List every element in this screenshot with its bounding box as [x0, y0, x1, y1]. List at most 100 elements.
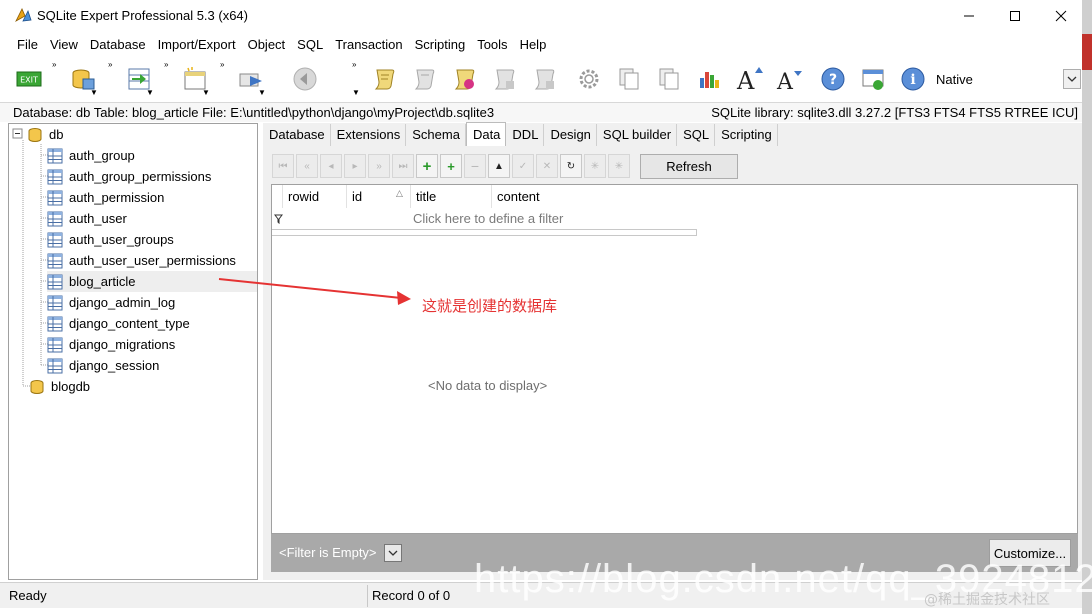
- asterisk-alt-icon[interactable]: ✳: [608, 154, 630, 178]
- dropdown-arrow-icon[interactable]: ▼: [352, 88, 360, 97]
- status-ready: Ready: [9, 588, 47, 603]
- table-name: auth_permission: [69, 190, 165, 205]
- prev-page-icon[interactable]: «: [296, 154, 318, 178]
- tree-database-blogdb[interactable]: blogdb: [29, 376, 90, 397]
- delete-record-icon[interactable]: −: [464, 154, 486, 178]
- status-divider: [367, 585, 368, 607]
- help-icon[interactable]: ?: [818, 64, 848, 94]
- menu-sql[interactable]: SQL: [291, 34, 329, 56]
- tab-data[interactable]: Data: [465, 122, 507, 146]
- tab-sql-builder[interactable]: SQL builder: [596, 124, 678, 146]
- gear-icon[interactable]: [574, 64, 604, 94]
- menu-file[interactable]: File: [11, 34, 44, 56]
- svg-text:A: A: [736, 67, 755, 93]
- tree-table-django-migrations[interactable]: django_migrations: [47, 334, 175, 355]
- add-record-icon[interactable]: +: [416, 154, 438, 178]
- refresh-button[interactable]: Refresh: [640, 154, 738, 179]
- table-icon: [47, 337, 63, 352]
- filter-row[interactable]: Click here to define a filter: [272, 208, 697, 228]
- tree-table-auth-group-permissions[interactable]: auth_group_permissions: [47, 166, 211, 187]
- tree-table-auth-user[interactable]: auth_user: [47, 208, 127, 229]
- copy-icon[interactable]: [614, 64, 644, 94]
- chevron-right-icon[interactable]: »: [52, 60, 56, 69]
- first-record-icon[interactable]: ⏮: [272, 154, 294, 178]
- script-disabled-button[interactable]: [410, 64, 440, 94]
- filter-placeholder[interactable]: Click here to define a filter: [413, 211, 563, 226]
- chevron-right-icon[interactable]: »: [220, 60, 224, 69]
- exit-button[interactable]: EXIT: [14, 64, 44, 94]
- font-decrease-icon[interactable]: A: [774, 64, 804, 94]
- database-tree[interactable]: db auth_group auth_group_permissions aut…: [8, 123, 258, 580]
- tree-table-auth-group[interactable]: auth_group: [47, 145, 135, 166]
- insert-record-icon[interactable]: +: [440, 154, 462, 178]
- tab-sql[interactable]: SQL: [677, 124, 716, 146]
- filter-dropdown[interactable]: [384, 544, 402, 562]
- tree-table-auth-user-user-permissions[interactable]: auth_user_user_permissions: [47, 250, 236, 271]
- table-name: django_admin_log: [69, 295, 176, 310]
- table-name: blog_article: [69, 274, 136, 289]
- tree-table-auth-permission[interactable]: auth_permission: [47, 187, 164, 208]
- table-icon: [47, 148, 63, 163]
- column-header-content[interactable]: content: [492, 185, 697, 208]
- tree-table-django-admin-log[interactable]: django_admin_log: [47, 292, 175, 313]
- script-stop-button[interactable]: [490, 64, 520, 94]
- back-button[interactable]: [290, 64, 320, 94]
- tree-table-auth-user-groups[interactable]: auth_user_groups: [47, 229, 174, 250]
- tab-ddl[interactable]: DDL: [506, 124, 545, 146]
- table-name: django_session: [69, 358, 160, 373]
- tab-design[interactable]: Design: [544, 124, 597, 146]
- tree-database-db[interactable]: db: [27, 124, 63, 145]
- script-debug-button[interactable]: [530, 64, 560, 94]
- tab-extensions[interactable]: Extensions: [330, 124, 407, 146]
- data-grid[interactable]: rowid id △ title content Click here to d…: [271, 184, 1078, 534]
- column-header-title[interactable]: title: [411, 185, 492, 208]
- move-up-icon[interactable]: ▲: [488, 154, 510, 178]
- column-header-rowid[interactable]: rowid: [283, 185, 347, 208]
- dropdown-arrow-icon[interactable]: ▼: [202, 88, 210, 97]
- last-record-icon[interactable]: ⏭: [392, 154, 414, 178]
- close-button[interactable]: [1038, 0, 1084, 32]
- paste-icon[interactable]: [654, 64, 684, 94]
- refresh-icon[interactable]: ↻: [560, 154, 582, 178]
- info-icon[interactable]: i: [898, 64, 928, 94]
- database-icon: [30, 379, 44, 394]
- tree-table-django-content-type[interactable]: django_content_type: [47, 313, 190, 334]
- tab-scripting[interactable]: Scripting: [715, 124, 778, 146]
- tab-schema[interactable]: Schema: [406, 124, 466, 146]
- post-record-icon[interactable]: ✓: [512, 154, 534, 178]
- minimize-button[interactable]: [946, 0, 992, 32]
- menu-object[interactable]: Object: [242, 34, 292, 56]
- menu-scripting[interactable]: Scripting: [409, 34, 472, 56]
- style-dropdown[interactable]: [1063, 69, 1081, 89]
- next-page-icon[interactable]: »: [368, 154, 390, 178]
- update-icon[interactable]: [858, 64, 888, 94]
- sql-script-button[interactable]: [370, 64, 400, 94]
- column-id-label: id: [352, 189, 363, 204]
- menu-transaction[interactable]: Transaction: [329, 34, 408, 56]
- maximize-button[interactable]: [992, 0, 1038, 32]
- run-script-button[interactable]: [450, 64, 480, 94]
- column-header-id[interactable]: id △: [347, 185, 411, 208]
- chevron-right-icon[interactable]: »: [108, 60, 112, 69]
- next-record-icon[interactable]: ▸: [344, 154, 366, 178]
- chart-icon[interactable]: [694, 64, 724, 94]
- database-name: db: [49, 127, 64, 142]
- menu-view[interactable]: View: [44, 34, 84, 56]
- menu-tools[interactable]: Tools: [471, 34, 513, 56]
- tab-database[interactable]: Database: [263, 124, 331, 146]
- tree-table-django-session[interactable]: django_session: [47, 355, 159, 376]
- dropdown-arrow-icon[interactable]: ▼: [146, 88, 154, 97]
- font-increase-icon[interactable]: A: [734, 64, 764, 94]
- dropdown-arrow-icon[interactable]: ▼: [258, 88, 266, 97]
- menu-help[interactable]: Help: [514, 34, 553, 56]
- svg-text:?: ?: [829, 72, 837, 88]
- chevron-right-icon[interactable]: »: [352, 60, 356, 69]
- dropdown-arrow-icon[interactable]: ▼: [90, 88, 98, 97]
- cancel-edit-icon[interactable]: ✕: [536, 154, 558, 178]
- menu-database[interactable]: Database: [84, 34, 152, 56]
- table-icon: [47, 316, 63, 331]
- prev-record-icon[interactable]: ◂: [320, 154, 342, 178]
- asterisk-icon[interactable]: ✳: [584, 154, 606, 178]
- chevron-right-icon[interactable]: »: [164, 60, 168, 69]
- menu-import-export[interactable]: Import/Export: [152, 34, 242, 56]
